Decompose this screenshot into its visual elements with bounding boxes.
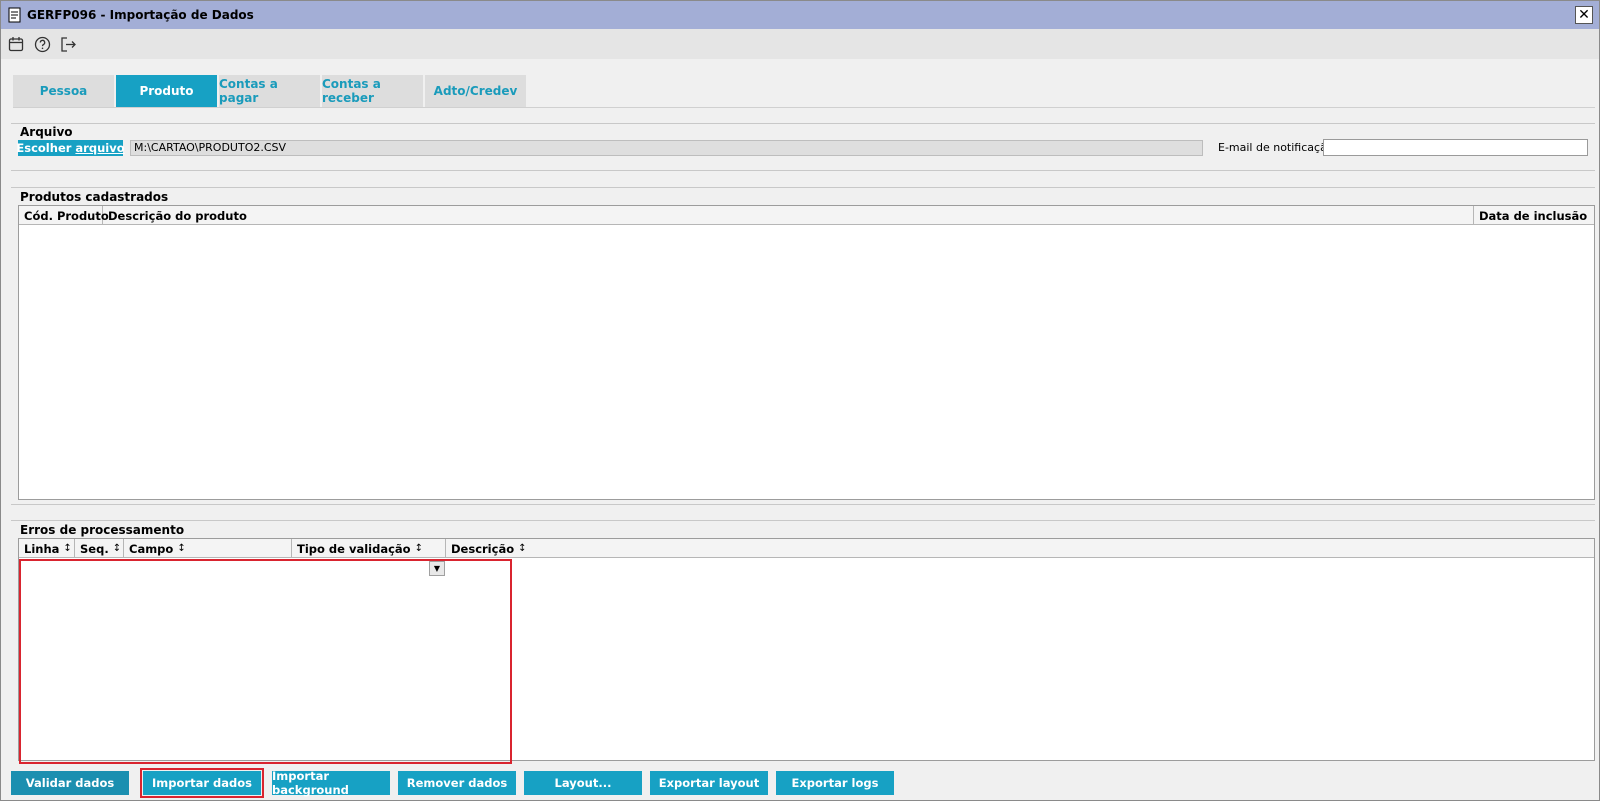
tabs-divider	[13, 107, 1595, 108]
produtos-grid-header: Cód. Produto Descrição do produto Data d…	[19, 206, 1594, 225]
tab-pessoa[interactable]: Pessoa	[13, 75, 114, 107]
exportar-logs-button[interactable]: Exportar logs	[776, 771, 894, 795]
choose-file-button[interactable]: Escolher arquivo	[16, 140, 125, 156]
column-tipo-validacao[interactable]: Tipo de validação ↕	[292, 539, 446, 558]
file-path-field[interactable]: M:\CARTAO\PRODUTO2.CSV	[130, 140, 1203, 156]
column-linha-label: Linha	[24, 541, 60, 556]
help-icon[interactable]	[33, 35, 51, 53]
column-tipo-validacao-label: Tipo de validação	[297, 541, 411, 556]
produtos-divider	[11, 187, 1595, 188]
produtos-grid[interactable]: Cód. Produto Descrição do produto Data d…	[18, 205, 1595, 500]
main-window: GERFP096 - Importação de Dados ✕ Pessoa …	[0, 0, 1600, 801]
column-seq-label: Seq.	[80, 541, 109, 556]
choose-file-label: Escolher	[16, 141, 76, 155]
column-descricao-produto[interactable]: Descrição do produto	[103, 206, 1474, 225]
produtos-top-divider	[11, 170, 1595, 171]
sort-icon: ↕	[112, 543, 122, 554]
sort-icon: ↕	[177, 543, 186, 554]
document-icon	[7, 7, 21, 24]
exportar-layout-button[interactable]: Exportar layout	[650, 771, 768, 795]
tab-adto-credev[interactable]: Adto/Credev	[425, 75, 526, 107]
sort-icon: ↕	[518, 543, 527, 554]
validar-dados-button[interactable]: Validar dados	[11, 771, 129, 795]
layout-button[interactable]: Layout...	[524, 771, 642, 795]
tab-contas-a-pagar[interactable]: Contas a pagar	[219, 75, 320, 107]
column-linha[interactable]: Linha ↕	[19, 539, 75, 558]
calendar-icon[interactable]	[7, 35, 25, 53]
tab-produto[interactable]: Produto	[116, 75, 217, 107]
choose-file-label-underlined: arquivo	[75, 141, 125, 155]
column-descricao[interactable]: Descrição ↕	[446, 539, 1594, 558]
toolbar	[1, 29, 1599, 59]
erros-divider	[11, 520, 1595, 521]
sort-icon: ↕	[414, 543, 423, 554]
email-field[interactable]	[1323, 139, 1588, 156]
title-bar: GERFP096 - Importação de Dados ✕	[1, 1, 1599, 29]
email-label: E-mail de notificação	[1218, 141, 1334, 154]
column-cod-produto[interactable]: Cód. Produto	[19, 206, 109, 225]
column-descricao-label: Descrição	[451, 541, 515, 556]
highlight-box	[19, 559, 512, 764]
tab-bar: Pessoa Produto Contas a pagar Contas a r…	[13, 75, 526, 107]
importar-background-button[interactable]: Importar background	[272, 769, 390, 797]
exit-icon[interactable]	[59, 35, 77, 53]
arquivo-title: Arquivo	[20, 125, 73, 139]
erros-title: Erros de processamento	[20, 523, 185, 537]
column-campo[interactable]: Campo ↕	[124, 539, 292, 558]
produtos-title: Produtos cadastrados	[20, 190, 169, 204]
remover-dados-button[interactable]: Remover dados	[398, 771, 516, 795]
close-button[interactable]: ✕	[1575, 6, 1593, 24]
column-data-inclusao[interactable]: Data de inclusão	[1474, 206, 1594, 225]
arquivo-divider	[11, 123, 1595, 124]
column-seq[interactable]: Seq. ↕	[75, 539, 124, 558]
erros-grid-header: Linha ↕ Seq. ↕ Campo ↕ Tipo de validação ↕ D…	[19, 539, 1594, 558]
tab-contas-a-receber[interactable]: Contas a receber	[322, 75, 423, 107]
column-campo-label: Campo	[129, 541, 174, 556]
importar-dados-button[interactable]: Importar dados	[140, 768, 264, 798]
erros-top-divider	[11, 504, 1595, 505]
action-bar: Validar dados Importar dados Importar ba…	[11, 768, 902, 798]
window-title: GERFP096 - Importação de Dados	[27, 8, 254, 22]
sort-icon: ↕	[63, 543, 72, 554]
